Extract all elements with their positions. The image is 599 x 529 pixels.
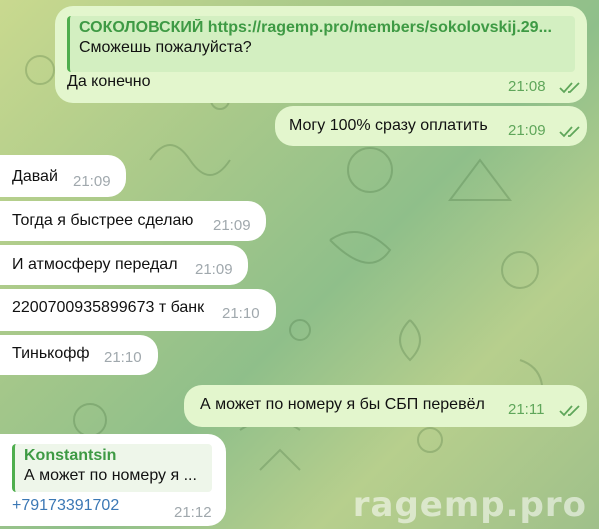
message-text: Да конечно bbox=[67, 73, 151, 90]
reply-author: Konstantsin bbox=[24, 447, 117, 464]
message-time: 21:09 bbox=[508, 122, 546, 139]
message-text: А может по номеру я бы СБП перевёл bbox=[200, 396, 485, 413]
message-bubble-outgoing[interactable]: СОКОЛОВСКИЙ https://ragemp.pro/members/s… bbox=[55, 6, 587, 103]
message-time: 21:12 bbox=[174, 504, 212, 521]
message-bubble-incoming[interactable]: И атмосферу передал 21:09 bbox=[0, 245, 248, 285]
reply-author: СОКОЛОВСКИЙ https://ragemp.pro/members/s… bbox=[79, 19, 552, 36]
read-checkmarks-icon bbox=[559, 405, 580, 417]
message-bubble-incoming[interactable]: Konstantsin А может по номеру я ... +791… bbox=[0, 434, 226, 526]
phone-number-link[interactable]: +79173391702 bbox=[12, 497, 119, 515]
watermark-text: ragemp.pro bbox=[352, 485, 587, 525]
message-time: 21:08 bbox=[508, 78, 546, 95]
message-time: 21:10 bbox=[104, 349, 142, 366]
message-bubble-outgoing[interactable]: А может по номеру я бы СБП перевёл 21:11 bbox=[184, 385, 587, 427]
reply-quote[interactable]: Konstantsin А может по номеру я ... bbox=[12, 444, 212, 492]
message-bubble-outgoing[interactable]: Могу 100% сразу оплатить 21:09 bbox=[275, 106, 587, 146]
message-time: 21:10 bbox=[222, 305, 260, 322]
message-text: И атмосферу передал bbox=[12, 256, 178, 273]
message-time: 21:11 bbox=[508, 401, 545, 418]
read-checkmarks-icon bbox=[559, 126, 580, 138]
message-text: Давай bbox=[12, 168, 58, 185]
message-bubble-incoming[interactable]: Тогда я быстрее сделаю 21:09 bbox=[0, 201, 266, 241]
message-time: 21:09 bbox=[73, 173, 111, 190]
message-bubble-incoming[interactable]: Тинькофф 21:10 bbox=[0, 335, 158, 375]
message-time: 21:09 bbox=[213, 217, 251, 234]
message-text: Могу 100% сразу оплатить bbox=[289, 117, 488, 134]
read-checkmarks-icon bbox=[559, 82, 580, 94]
message-text: Тинькофф bbox=[12, 345, 90, 362]
reply-text: Сможешь пожалуйста? bbox=[79, 39, 252, 56]
message-bubble-incoming[interactable]: 2200700935899673 т банк 21:10 bbox=[0, 289, 276, 331]
reply-text: А может по номеру я ... bbox=[24, 467, 197, 484]
reply-quote[interactable]: СОКОЛОВСКИЙ https://ragemp.pro/members/s… bbox=[67, 16, 575, 72]
message-text: Тогда я быстрее сделаю bbox=[12, 212, 194, 229]
message-text: 2200700935899673 т банк bbox=[12, 299, 205, 316]
message-bubble-incoming[interactable]: Давай 21:09 bbox=[0, 155, 126, 197]
message-time: 21:09 bbox=[195, 261, 233, 278]
